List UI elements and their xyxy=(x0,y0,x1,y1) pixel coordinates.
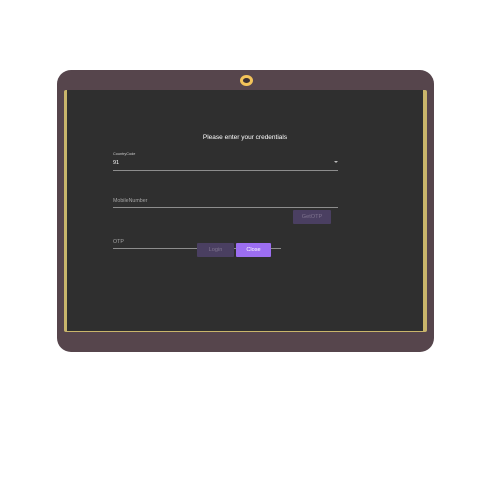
dropdown-arrow-icon[interactable] xyxy=(334,161,338,163)
mobile-number-underline xyxy=(113,207,338,208)
tablet-frame: Please enter your credentials CountryCod… xyxy=(57,70,434,352)
country-code-underline xyxy=(113,170,338,171)
login-button[interactable]: Login xyxy=(197,243,234,257)
app-screen: Please enter your credentials CountryCod… xyxy=(67,90,423,331)
get-otp-button[interactable]: GetOTP xyxy=(293,210,331,224)
country-code-label: CountryCode xyxy=(113,152,136,156)
close-button[interactable]: Close xyxy=(236,243,271,257)
mobile-number-placeholder: MobileNumber xyxy=(113,198,148,204)
camera-icon xyxy=(240,75,253,86)
mobile-number-field[interactable]: MobileNumber xyxy=(113,195,338,209)
dialog-title: Please enter your credentials xyxy=(202,134,288,141)
country-code-value: 91 xyxy=(113,160,120,166)
otp-placeholder: OTP xyxy=(113,239,124,245)
country-code-select[interactable]: CountryCode 91 xyxy=(113,152,338,172)
